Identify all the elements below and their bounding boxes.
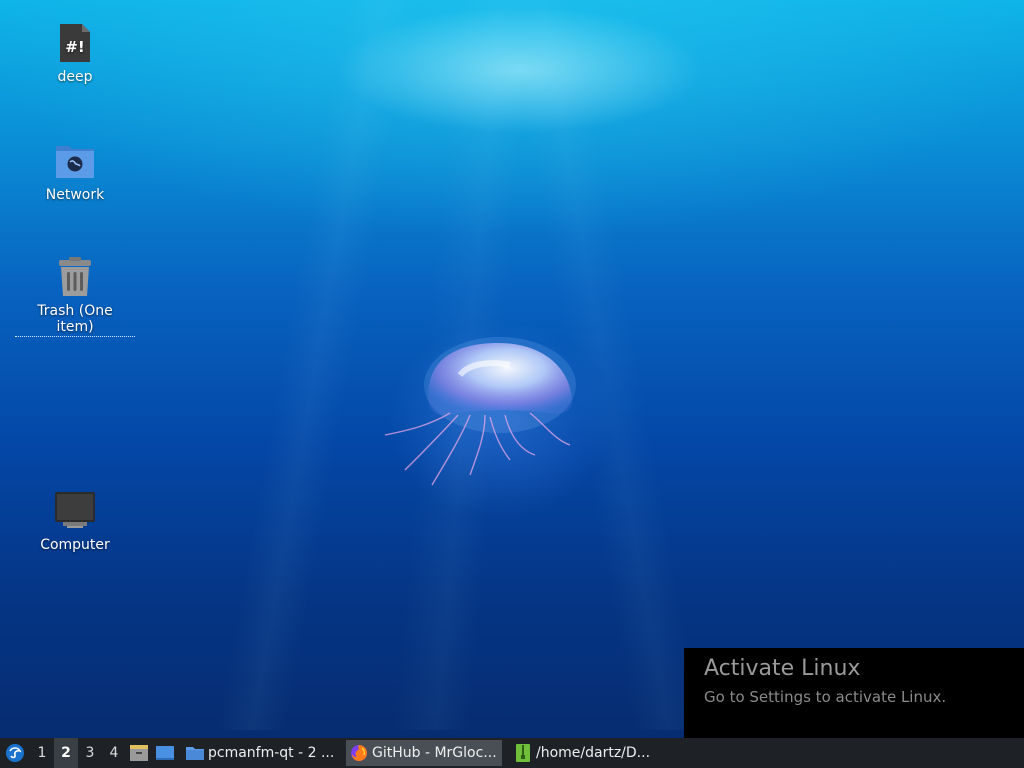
desktop-icon-label: Computer [40, 537, 110, 553]
task-pcmanfm[interactable]: pcmanfm-qt - 2 ... [182, 740, 338, 766]
task-label: GitHub - MrGloc... [372, 745, 497, 761]
workspace-3[interactable]: 3 [78, 738, 102, 768]
desktop-icon-label: Trash (One item) [15, 302, 135, 337]
task-archive[interactable]: /home/dartz/D... [510, 740, 666, 766]
archive-icon [514, 744, 532, 762]
start-menu-button[interactable] [0, 738, 30, 768]
task-firefox[interactable]: GitHub - MrGloc... [346, 740, 502, 766]
taskbar: 1 2 3 4 pcmanfm-qt - 2 ... GitHub - MrGl [0, 738, 1024, 768]
network-folder-icon [55, 140, 95, 182]
archive-manager-icon [130, 745, 148, 761]
computer-icon [55, 490, 95, 532]
workspace-4[interactable]: 4 [102, 738, 126, 768]
desktop-icon-trash[interactable]: Trash (One item) [15, 256, 135, 337]
firefox-icon [350, 744, 368, 762]
quicklaunch-archive-manager[interactable] [126, 738, 152, 768]
activation-title: Activate Linux [704, 656, 861, 681]
task-label: pcmanfm-qt - 2 ... [208, 745, 334, 761]
desktop-icon-deep[interactable]: #! deep [15, 22, 135, 86]
activation-notice: Activate Linux Go to Settings to activat… [684, 648, 1024, 738]
folder-icon [186, 744, 204, 762]
trash-icon [55, 256, 95, 298]
desktop-icon-label: Network [45, 187, 105, 203]
workspace-2[interactable]: 2 [54, 738, 78, 768]
task-label: /home/dartz/D... [536, 745, 651, 761]
desktop-icon-network[interactable]: Network [15, 140, 135, 204]
lxqt-logo-icon [6, 744, 24, 762]
svg-text:#!: #! [65, 38, 84, 56]
jellyfish-wallpaper-image [384, 337, 576, 486]
quicklaunch-show-desktop[interactable] [152, 738, 178, 768]
workspace-1[interactable]: 1 [30, 738, 54, 768]
shell-script-icon: #! [55, 22, 95, 64]
activation-subtitle: Go to Settings to activate Linux. [704, 688, 947, 706]
show-desktop-icon [156, 746, 174, 760]
desktop-icon-label: deep [57, 69, 93, 85]
desktop-icon-computer[interactable]: Computer [15, 490, 135, 554]
